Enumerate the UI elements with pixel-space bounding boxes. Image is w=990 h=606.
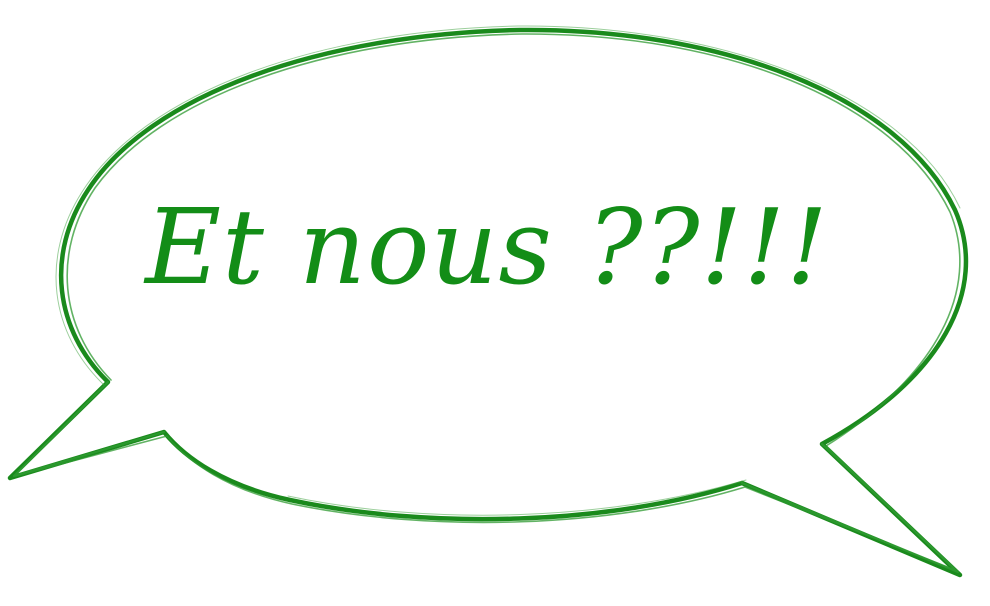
speech-bubble-canvas: Et nous ??!!! [0, 0, 990, 606]
speech-bubble-text: Et nous ??!!! [145, 186, 829, 308]
